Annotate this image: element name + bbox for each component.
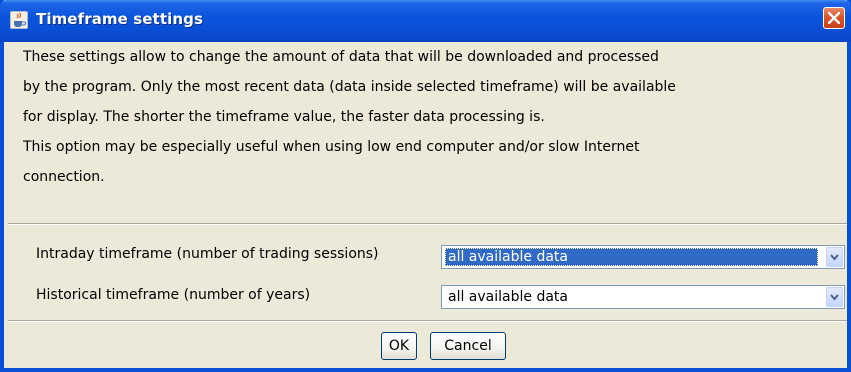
close-icon xyxy=(828,12,840,24)
timeframe-settings-dialog: Timeframe settings These settings allow … xyxy=(0,0,851,372)
separator xyxy=(8,223,847,225)
ok-button[interactable]: OK xyxy=(381,332,417,360)
historical-timeframe-label: Historical timeframe (number of years) xyxy=(36,287,311,303)
description-line: for display. The shorter the timeframe v… xyxy=(23,109,545,125)
historical-timeframe-value: all available data xyxy=(448,289,568,305)
description-line: by the program. Only the most recent dat… xyxy=(23,79,676,95)
intraday-dropdown-button[interactable] xyxy=(826,247,843,267)
cancel-button[interactable]: Cancel xyxy=(430,332,506,360)
intraday-timeframe-select[interactable]: all available data xyxy=(441,245,845,269)
historical-timeframe-select[interactable]: all available data xyxy=(441,285,845,309)
description-line: connection. xyxy=(23,169,105,185)
description-text: These settings allow to change the amoun… xyxy=(23,42,823,192)
close-button[interactable] xyxy=(823,7,845,29)
chevron-down-icon xyxy=(830,294,839,301)
historical-dropdown-button[interactable] xyxy=(826,287,843,307)
java-cup-icon xyxy=(10,11,28,29)
chevron-down-icon xyxy=(830,254,839,261)
title-bar[interactable]: Timeframe settings xyxy=(0,0,851,42)
description-line: These settings allow to change the amoun… xyxy=(23,49,659,65)
intraday-timeframe-value: all available data xyxy=(445,248,818,266)
description-line: This option may be especially useful whe… xyxy=(23,139,640,155)
intraday-timeframe-label: Intraday timeframe (number of trading se… xyxy=(36,246,379,262)
separator xyxy=(8,320,847,322)
window-title: Timeframe settings xyxy=(36,10,203,28)
